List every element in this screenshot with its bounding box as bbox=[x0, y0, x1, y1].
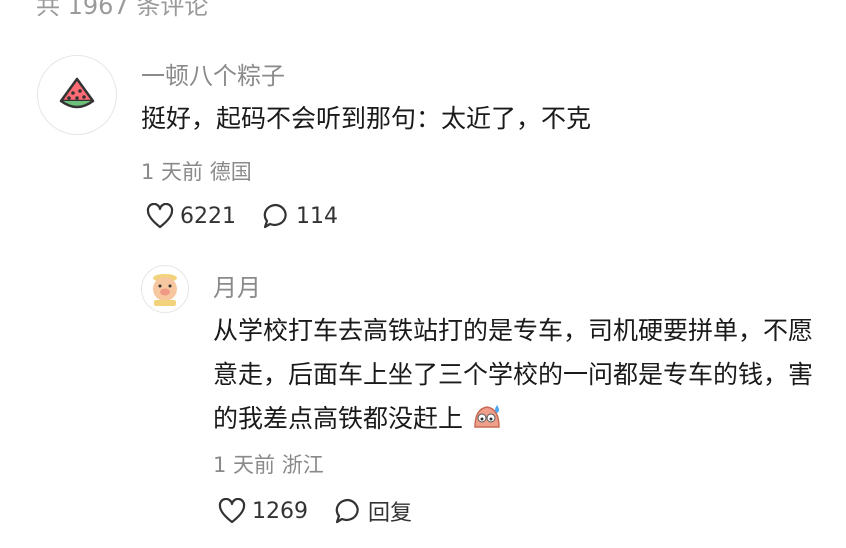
comment-actions: 6221 114 bbox=[146, 202, 338, 230]
sweating-face-icon bbox=[474, 405, 500, 428]
reply-label: 回复 bbox=[368, 501, 413, 526]
reply-like-count: 1269 bbox=[252, 498, 308, 524]
comment-location: 德国 bbox=[209, 160, 252, 184]
reply-text: 从学校打车去高铁站打的是专车，司机硬要拼单，不愿意走，后面车上坐了三个学校的一问… bbox=[213, 316, 814, 433]
comment-bubble-icon bbox=[335, 498, 359, 524]
reply-time: 1 天前 bbox=[213, 453, 276, 477]
reply-content: 从学校打车去高铁站打的是专车，司机硬要拼单，不愿意走，后面车上坐了三个学校的一问… bbox=[213, 309, 813, 441]
comment-username[interactable]: 一顿八个粽子 bbox=[141, 56, 285, 91]
comment-time: 1 天前 bbox=[141, 160, 204, 184]
heart-icon bbox=[146, 203, 174, 229]
cartoon-pig-icon bbox=[153, 274, 177, 306]
like-count: 6221 bbox=[180, 203, 236, 229]
reply-actions: 1269 回复 bbox=[218, 495, 412, 527]
comment-bubble-icon bbox=[263, 203, 287, 229]
reply-location: 浙江 bbox=[281, 453, 324, 477]
reply-button[interactable]: 回复 bbox=[334, 495, 412, 527]
comment-count: 共 1967 条评论 bbox=[36, 0, 209, 20]
reply-username[interactable]: 月月 bbox=[213, 268, 261, 303]
reply-like-button[interactable]: 1269 bbox=[218, 498, 308, 524]
reply-avatar[interactable] bbox=[141, 265, 189, 313]
comment-text: 挺好，起码不会听到那句：太近了，不克 bbox=[141, 104, 592, 133]
comment-meta: 1 天前 德国 bbox=[141, 156, 252, 186]
watermelon-icon bbox=[59, 77, 95, 109]
avatar[interactable] bbox=[37, 55, 117, 135]
reply-count-button[interactable]: 114 bbox=[262, 202, 338, 230]
reply-meta: 1 天前 浙江 bbox=[213, 449, 324, 479]
like-button[interactable]: 6221 bbox=[146, 203, 236, 229]
reply-count: 114 bbox=[296, 203, 338, 229]
heart-icon bbox=[218, 498, 246, 524]
